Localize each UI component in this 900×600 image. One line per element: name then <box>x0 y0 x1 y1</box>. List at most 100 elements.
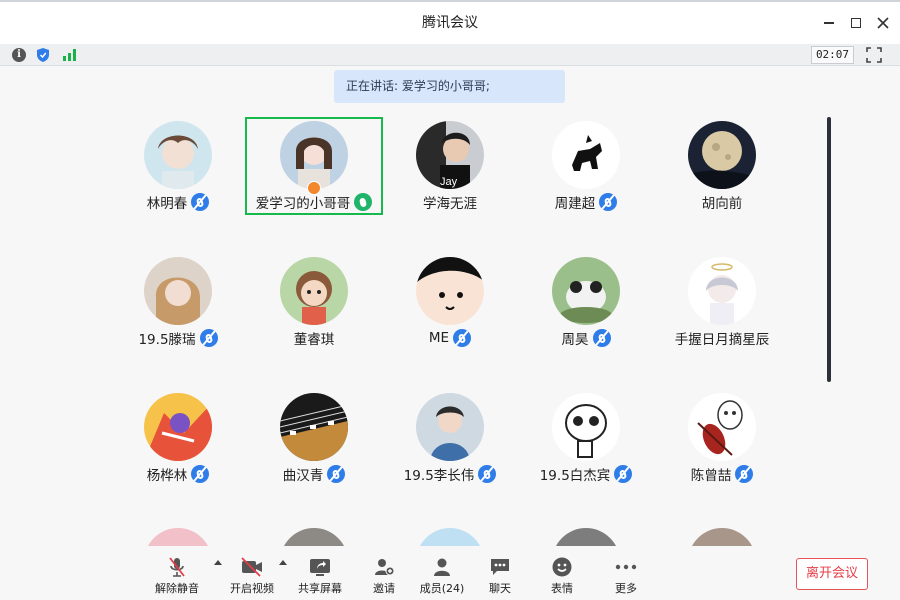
avatar <box>280 393 348 461</box>
participant-tile[interactable]: 杨桦林 <box>108 389 248 493</box>
mic-muted-icon <box>735 465 754 483</box>
video-options-caret[interactable] <box>279 560 287 565</box>
mic-muted-icon <box>199 329 218 347</box>
speaking-banner: 正在讲话: 爱学习的小哥哥; <box>334 70 565 103</box>
more-button[interactable]: 更多 <box>610 556 642 600</box>
window-title: 腾讯会议 <box>422 15 478 31</box>
participant-name-row: 董睿琪 <box>244 327 384 349</box>
mic-muted-icon <box>478 465 497 483</box>
share-screen-button[interactable]: 共享屏幕 <box>297 556 343 600</box>
participant-tile[interactable]: 手握日月摘星辰 <box>652 253 792 357</box>
avatar <box>688 257 756 325</box>
title-bar: 腾讯会议 <box>0 0 900 44</box>
participant-name: 杨桦林 <box>146 468 188 484</box>
participant-tile[interactable]: 19.5白杰宾 <box>516 389 656 493</box>
participant-name-row: 陈曾喆 <box>652 463 792 485</box>
next-row-partial <box>0 528 900 546</box>
participant-name: 学海无涯 <box>423 196 477 212</box>
participant-tile[interactable]: 陈曾喆 <box>652 389 792 493</box>
start-video-button[interactable]: 开启视频 <box>229 556 275 600</box>
participant-tile[interactable]: Jay 学海无涯 <box>380 117 520 221</box>
invite-button[interactable]: 邀请 <box>368 556 400 600</box>
members-icon <box>434 558 450 576</box>
close-icon <box>877 17 889 29</box>
shield-icon <box>37 48 49 62</box>
unmute-button[interactable]: 解除静音 <box>154 556 200 600</box>
emoji-button[interactable]: 表情 <box>546 556 578 600</box>
avatar <box>416 393 484 461</box>
minimize-icon <box>824 22 834 24</box>
participant-tile[interactable]: 爱学习的小哥哥 <box>244 117 384 221</box>
more-icon <box>615 564 637 570</box>
participant-name-row: 学海无涯 <box>380 191 520 213</box>
svg-text:Jay: Jay <box>440 176 458 188</box>
maximize-button[interactable] <box>847 14 865 32</box>
participant-tile[interactable]: 19.5李长伟 <box>380 389 520 493</box>
participant-name-row: 林明春 <box>108 191 248 213</box>
participant-tile[interactable]: 林明春 <box>108 117 248 221</box>
scrollbar[interactable] <box>827 117 831 382</box>
leave-meeting-button[interactable]: 离开会议 <box>796 558 868 590</box>
chat-icon <box>491 559 509 575</box>
audio-options-caret[interactable] <box>214 560 222 565</box>
chat-button[interactable]: 聊天 <box>484 556 516 600</box>
participant-name-row: 胡向前 <box>652 191 792 213</box>
participant-tile[interactable]: 19.5滕瑞 <box>108 253 248 357</box>
unmute-label: 解除静音 <box>155 582 199 595</box>
fullscreen-button[interactable] <box>866 47 882 63</box>
minimize-button[interactable] <box>820 14 838 32</box>
host-badge-icon <box>307 181 321 195</box>
participant-name: 曲汉青 <box>282 468 324 484</box>
emoji-icon <box>552 557 572 577</box>
participant-name-row: 19.5白杰宾 <box>516 463 656 485</box>
fullscreen-icon <box>866 47 882 63</box>
chat-label: 聊天 <box>489 582 511 595</box>
signal-icon <box>62 49 76 61</box>
participant-tile[interactable]: 董睿琪 <box>244 253 384 357</box>
participant-name-row: 周建超 <box>516 191 656 213</box>
meeting-timer: 02:07 <box>811 46 854 64</box>
mic-muted-icon <box>614 465 633 483</box>
meeting-toolbar: 解除静音 开启视频 共享屏幕 邀请 成员(24) 聊天 表情 更多 离开会议 <box>0 546 900 600</box>
mic-muted-icon <box>592 329 611 347</box>
avatar <box>144 121 212 189</box>
meeting-info-bar: i 02:07 <box>0 44 900 66</box>
participant-tile[interactable]: 周建超 <box>516 117 656 221</box>
security-button[interactable] <box>35 47 51 63</box>
close-button[interactable] <box>874 14 892 32</box>
participant-name: 19.5李长伟 <box>403 468 475 484</box>
maximize-icon <box>851 18 861 28</box>
start-video-label: 开启视频 <box>230 582 274 595</box>
avatar <box>280 121 348 189</box>
avatar <box>144 393 212 461</box>
more-label: 更多 <box>615 582 637 595</box>
participant-tile[interactable]: 胡向前 <box>652 117 792 221</box>
mic-muted-icon <box>191 193 210 211</box>
participant-name-row: 19.5李长伟 <box>380 463 520 485</box>
participant-name-row: 周昊 <box>516 327 656 349</box>
avatar <box>416 257 484 325</box>
avatar <box>552 393 620 461</box>
members-button[interactable]: 成员(24) <box>420 556 464 600</box>
participant-name-row: 曲汉青 <box>244 463 384 485</box>
participant-tile[interactable]: ME <box>380 253 520 357</box>
share-screen-label: 共享屏幕 <box>298 582 342 595</box>
avatar <box>688 393 756 461</box>
participant-name-row: 手握日月摘星辰 <box>652 327 792 349</box>
participant-name-row: 杨桦林 <box>108 463 248 485</box>
network-status-button[interactable] <box>61 47 77 63</box>
participant-tile[interactable]: 曲汉青 <box>244 389 384 493</box>
participant-name: 陈曾喆 <box>690 468 732 484</box>
meeting-info-button[interactable]: i <box>11 47 27 63</box>
mic-muted-icon <box>191 465 210 483</box>
emoji-label: 表情 <box>551 582 573 595</box>
invite-label: 邀请 <box>373 582 395 595</box>
avatar <box>552 121 620 189</box>
participant-name: 胡向前 <box>701 196 743 212</box>
avatar <box>688 121 756 189</box>
participant-name: 爱学习的小哥哥 <box>255 196 351 212</box>
avatar <box>552 257 620 325</box>
avatar: Jay <box>416 121 484 189</box>
participant-tile[interactable]: 周昊 <box>516 253 656 357</box>
members-label: 成员(24) <box>419 582 465 595</box>
